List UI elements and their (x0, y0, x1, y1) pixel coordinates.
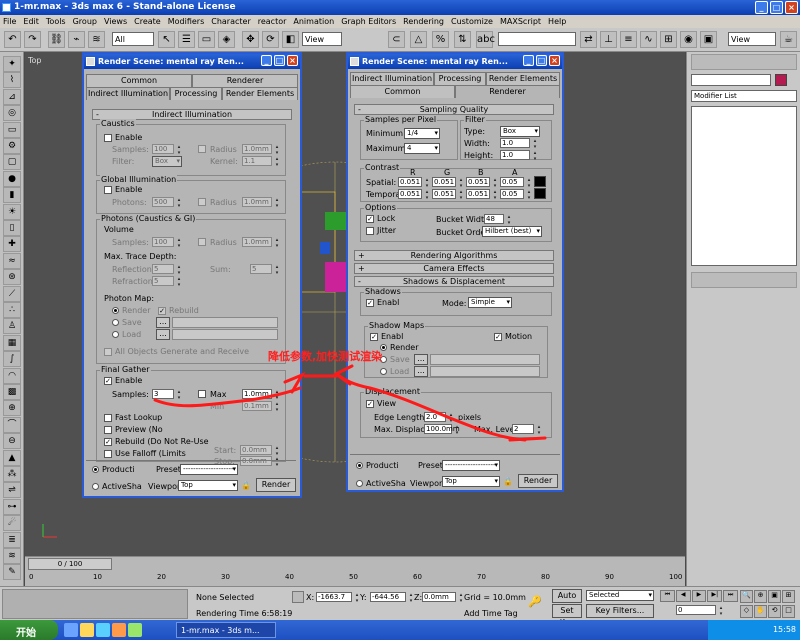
annotation-underline (508, 436, 547, 442)
annotation-text: 降低参数,加快测试渲染 (268, 350, 383, 363)
annotation-strokes (153, 364, 547, 442)
annotation-arrow-right (336, 373, 527, 442)
annotation-arrow-left (153, 386, 302, 408)
